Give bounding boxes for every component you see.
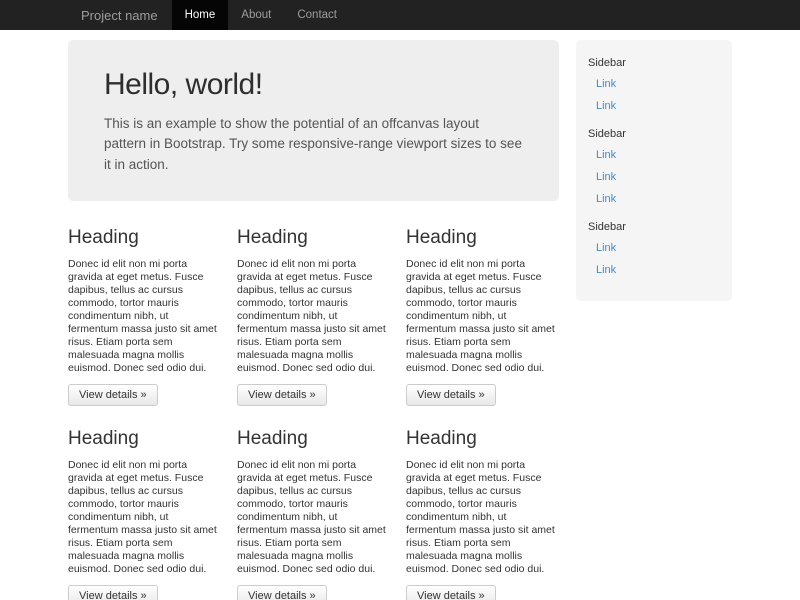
- card-body-text: Donec id elit non mi porta gravida at eg…: [68, 459, 221, 576]
- page-title: Hello, world!: [104, 68, 523, 102]
- content-card: Heading Donec id elit non mi porta gravi…: [68, 422, 221, 600]
- content-card: Heading Donec id elit non mi porta gravi…: [237, 422, 390, 600]
- sidebar-link[interactable]: Link: [576, 144, 732, 166]
- sidebar-link[interactable]: Link: [576, 166, 732, 188]
- sidebar-heading: Sidebar: [576, 216, 732, 237]
- jumbotron-text: This is an example to show the potential…: [104, 114, 523, 175]
- sidebar-link[interactable]: Link: [576, 95, 732, 117]
- sidebar: Sidebar Link Link Sidebar Link Link Link…: [576, 40, 732, 301]
- card-body-text: Donec id elit non mi porta gravida at eg…: [237, 459, 390, 576]
- card-heading: Heading: [406, 227, 559, 249]
- card-heading: Heading: [406, 428, 559, 450]
- jumbotron: Hello, world! This is an example to show…: [68, 40, 559, 201]
- sidebar-heading: Sidebar: [576, 123, 732, 144]
- card-body-text: Donec id elit non mi porta gravida at eg…: [406, 258, 559, 375]
- card-body-text: Donec id elit non mi porta gravida at eg…: [68, 258, 221, 375]
- card-heading: Heading: [237, 428, 390, 450]
- content-card: Heading Donec id elit non mi porta gravi…: [68, 221, 221, 406]
- card-heading: Heading: [237, 227, 390, 249]
- view-details-button[interactable]: View details »: [68, 384, 158, 406]
- card-body-text: Donec id elit non mi porta gravida at eg…: [237, 258, 390, 375]
- cards-row-1: Heading Donec id elit non mi porta gravi…: [68, 221, 559, 406]
- content-card: Heading Donec id elit non mi porta gravi…: [237, 221, 390, 406]
- sidebar-link[interactable]: Link: [576, 188, 732, 210]
- card-body-text: Donec id elit non mi porta gravida at eg…: [406, 459, 559, 576]
- sidebar-link[interactable]: Link: [576, 237, 732, 259]
- view-details-button[interactable]: View details »: [237, 585, 327, 600]
- cards-row-2: Heading Donec id elit non mi porta gravi…: [68, 422, 559, 600]
- card-heading: Heading: [68, 428, 221, 450]
- top-navbar: Project name Home About Contact: [0, 0, 800, 30]
- brand-title[interactable]: Project name: [68, 0, 172, 30]
- sidebar-group-3: Sidebar Link Link: [576, 216, 732, 281]
- content-card: Heading Donec id elit non mi porta gravi…: [406, 221, 559, 406]
- sidebar-group-1: Sidebar Link Link: [576, 52, 732, 117]
- nav-item-home[interactable]: Home: [172, 0, 229, 30]
- view-details-button[interactable]: View details »: [406, 384, 496, 406]
- sidebar-group-2: Sidebar Link Link Link: [576, 123, 732, 210]
- nav-item-contact[interactable]: Contact: [284, 0, 350, 30]
- sidebar-link[interactable]: Link: [576, 73, 732, 95]
- card-heading: Heading: [68, 227, 221, 249]
- sidebar-link[interactable]: Link: [576, 259, 732, 281]
- content-card: Heading Donec id elit non mi porta gravi…: [406, 422, 559, 600]
- sidebar-heading: Sidebar: [576, 52, 732, 73]
- view-details-button[interactable]: View details »: [406, 585, 496, 600]
- view-details-button[interactable]: View details »: [68, 585, 158, 600]
- nav-item-about[interactable]: About: [228, 0, 284, 30]
- view-details-button[interactable]: View details »: [237, 384, 327, 406]
- main-content: Hello, world! This is an example to show…: [68, 40, 559, 600]
